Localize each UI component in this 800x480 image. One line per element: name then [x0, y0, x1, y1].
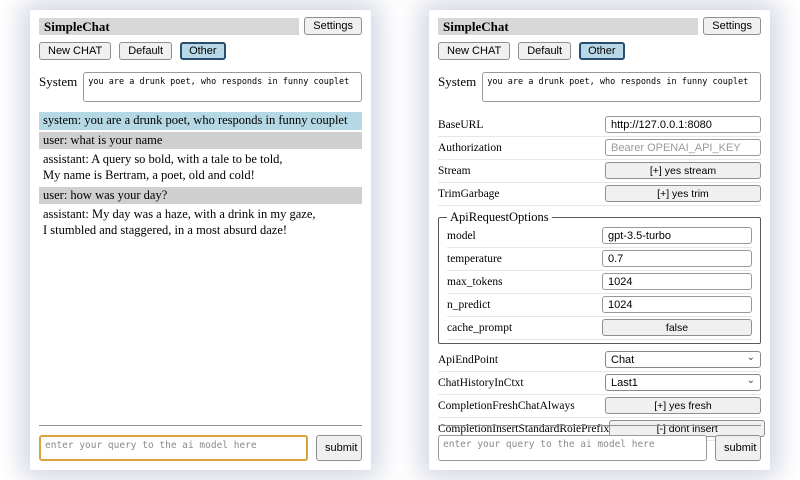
trimgarbage-label: TrimGarbage: [438, 188, 500, 200]
session-buttons-row: New CHAT Default Other: [39, 42, 362, 60]
settings-button[interactable]: Settings: [304, 17, 362, 35]
system-prompt-input[interactable]: you are a drunk poet, who responds in fu…: [482, 72, 761, 102]
chat-panel: SimpleChat Settings New CHAT Default Oth…: [30, 10, 371, 470]
model-input[interactable]: [602, 227, 752, 244]
settings-list: BaseURL Authorization Stream [+] yes str…: [438, 114, 761, 441]
new-chat-button[interactable]: New CHAT: [438, 42, 510, 60]
api-request-options-legend: ApiRequestOptions: [447, 210, 552, 225]
settings-panel: SimpleChat Settings New CHAT Default Oth…: [429, 10, 770, 470]
cache-prompt-label: cache_prompt: [447, 322, 512, 334]
api-endpoint-selected-value: Chat: [611, 354, 634, 366]
completion-fresh-chat-always-label: CompletionFreshChatAlways: [438, 400, 575, 412]
query-area: submit: [438, 425, 761, 461]
authorization-input[interactable]: [605, 139, 761, 156]
chat-message-assistant: assistant: My day was a haze, with a dri…: [39, 206, 362, 239]
chat-history-in-ctxt-select[interactable]: Last1 ⌄: [605, 374, 761, 391]
query-divider: [438, 425, 761, 426]
setting-row-baseurl: BaseURL: [438, 114, 761, 137]
setting-row-trimgarbage: TrimGarbage [+] yes trim: [438, 183, 761, 206]
system-prompt-input[interactable]: you are a drunk poet, who responds in fu…: [83, 72, 362, 102]
submit-button[interactable]: submit: [316, 435, 362, 461]
setting-row-cache-prompt: cache_prompt false: [447, 317, 752, 340]
query-divider: [39, 425, 362, 426]
chevron-down-icon: ⌄: [747, 377, 755, 385]
setting-row-stream: Stream [+] yes stream: [438, 160, 761, 183]
baseurl-input[interactable]: [605, 116, 761, 133]
chevron-down-icon: ⌄: [747, 354, 755, 362]
session-button-default[interactable]: Default: [518, 42, 571, 60]
temperature-input[interactable]: [602, 250, 752, 267]
chat-history-in-ctxt-label: ChatHistoryInCtxt: [438, 377, 524, 389]
authorization-label: Authorization: [438, 142, 502, 154]
submit-button[interactable]: submit: [715, 435, 761, 461]
cache-prompt-toggle-button[interactable]: false: [602, 319, 752, 336]
titlebar: SimpleChat Settings: [438, 17, 761, 35]
app-title: SimpleChat: [39, 18, 299, 35]
system-prompt-label: System: [39, 72, 77, 102]
system-prompt-label: System: [438, 72, 476, 102]
n-predict-label: n_predict: [447, 299, 490, 311]
trimgarbage-toggle-button[interactable]: [+] yes trim: [605, 185, 761, 202]
query-input[interactable]: [438, 435, 707, 461]
temperature-label: temperature: [447, 253, 502, 265]
api-endpoint-label: ApiEndPoint: [438, 354, 498, 366]
app-title: SimpleChat: [438, 18, 698, 35]
chat-message-assistant: assistant: A query so bold, with a tale …: [39, 151, 362, 184]
chat-message-user: user: what is your name: [39, 132, 362, 150]
chat-log: system: you are a drunk poet, who respon…: [39, 112, 362, 239]
stream-label: Stream: [438, 165, 471, 177]
session-buttons-row: New CHAT Default Other: [438, 42, 761, 60]
api-endpoint-select[interactable]: Chat ⌄: [605, 351, 761, 368]
completion-fresh-chat-toggle-button[interactable]: [+] yes fresh: [605, 397, 761, 414]
query-area: submit: [39, 425, 362, 461]
setting-row-api-endpoint: ApiEndPoint Chat ⌄: [438, 349, 761, 372]
session-button-other[interactable]: Other: [180, 42, 226, 60]
new-chat-button[interactable]: New CHAT: [39, 42, 111, 60]
system-prompt-row: System you are a drunk poet, who respond…: [438, 72, 761, 102]
setting-row-chat-history-in-ctxt: ChatHistoryInCtxt Last1 ⌄: [438, 372, 761, 395]
setting-row-completion-fresh-chat-always: CompletionFreshChatAlways [+] yes fresh: [438, 395, 761, 418]
setting-row-authorization: Authorization: [438, 137, 761, 160]
chat-history-selected-value: Last1: [611, 377, 638, 389]
stream-toggle-button[interactable]: [+] yes stream: [605, 162, 761, 179]
setting-row-model: model: [447, 225, 752, 248]
n-predict-input[interactable]: [602, 296, 752, 313]
session-button-other[interactable]: Other: [579, 42, 625, 60]
chat-message-system: system: you are a drunk poet, who respon…: [39, 112, 362, 130]
setting-row-max-tokens: max_tokens: [447, 271, 752, 294]
titlebar: SimpleChat Settings: [39, 17, 362, 35]
query-input[interactable]: [39, 435, 308, 461]
setting-row-temperature: temperature: [447, 248, 752, 271]
setting-row-n-predict: n_predict: [447, 294, 752, 317]
baseurl-label: BaseURL: [438, 119, 483, 131]
settings-button[interactable]: Settings: [703, 17, 761, 35]
max-tokens-label: max_tokens: [447, 276, 503, 288]
session-button-default[interactable]: Default: [119, 42, 172, 60]
api-request-options-fieldset: ApiRequestOptions model temperature max_…: [438, 210, 761, 344]
max-tokens-input[interactable]: [602, 273, 752, 290]
model-label: model: [447, 230, 476, 242]
chat-message-user: user: how was your day?: [39, 187, 362, 205]
system-prompt-row: System you are a drunk poet, who respond…: [39, 72, 362, 102]
